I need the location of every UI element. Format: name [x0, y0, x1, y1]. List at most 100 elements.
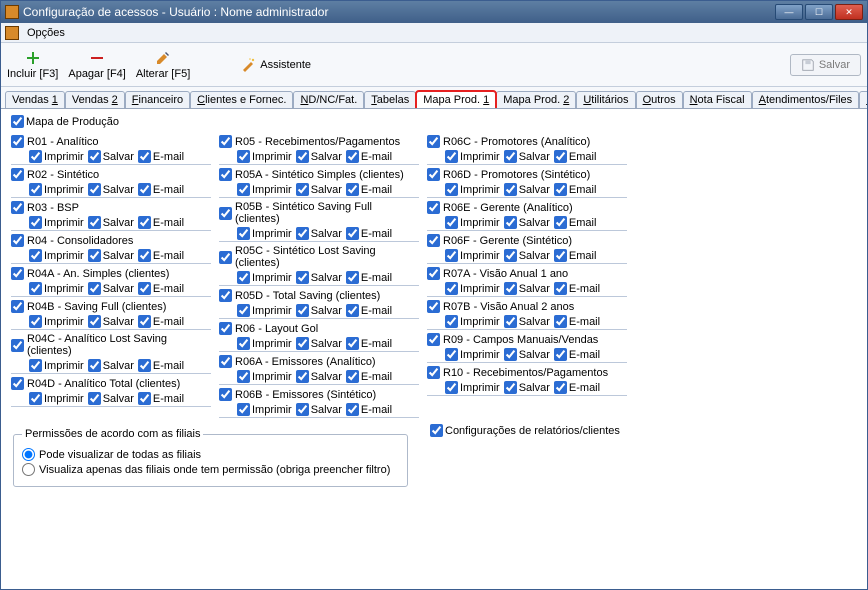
sub-checkbox-email[interactable]: E-mail — [346, 183, 392, 196]
sub-checkbox-salvar[interactable]: Salvar — [296, 304, 342, 317]
salvar-button[interactable]: Salvar — [790, 54, 861, 76]
sub-checkbox-email[interactable]: E-mail — [346, 403, 392, 416]
sub-checkbox-salvar[interactable]: Salvar — [88, 282, 134, 295]
sub-checkbox-imprimir[interactable]: Imprimir — [237, 337, 292, 350]
sub-checkbox-salvar[interactable]: Salvar — [88, 150, 134, 163]
sub-checkbox-salvar[interactable]: Salvar — [88, 359, 134, 372]
sub-checkbox-email[interactable]: E-mail — [138, 315, 184, 328]
report-checkbox[interactable]: R06E - Gerente (Analítico) — [427, 200, 627, 215]
report-checkbox[interactable]: R07B - Visão Anual 2 anos — [427, 299, 627, 314]
sub-checkbox-salvar[interactable]: Salvar — [504, 282, 550, 295]
sub-checkbox-imprimir[interactable]: Imprimir — [237, 150, 292, 163]
apagar-button[interactable]: Apagar [F4] — [68, 50, 125, 80]
tab-reemb-[interactable]: Reemb. — [859, 91, 867, 109]
sub-checkbox-imprimir[interactable]: Imprimir — [29, 282, 84, 295]
sub-checkbox-salvar[interactable]: Salvar — [296, 370, 342, 383]
report-checkbox[interactable]: R04B - Saving Full (clientes) — [11, 299, 211, 314]
report-checkbox[interactable]: R04D - Analítico Total (clientes) — [11, 376, 211, 391]
report-checkbox[interactable]: R05D - Total Saving (clientes) — [219, 288, 419, 303]
tab-financeiro[interactable]: Financeiro — [125, 91, 190, 109]
sub-checkbox-email[interactable]: E-mail — [346, 227, 392, 240]
report-checkbox[interactable]: R06F - Gerente (Sintético) — [427, 233, 627, 248]
sub-checkbox-salvar[interactable]: Salvar — [504, 183, 550, 196]
sub-checkbox-imprimir[interactable]: Imprimir — [29, 183, 84, 196]
tab-mapa-prod-2[interactable]: Mapa Prod. 2 — [496, 91, 576, 109]
report-checkbox[interactable]: R06B - Emissores (Sintético) — [219, 387, 419, 402]
sub-checkbox-email[interactable]: E-mail — [138, 249, 184, 262]
sub-checkbox-imprimir[interactable]: Imprimir — [445, 381, 500, 394]
sub-checkbox-email[interactable]: E-mail — [138, 359, 184, 372]
report-checkbox[interactable]: R09 - Campos Manuais/Vendas — [427, 332, 627, 347]
report-checkbox[interactable]: R06A - Emissores (Analítico) — [219, 354, 419, 369]
radio-permissao-filtro[interactable]: Visualiza apenas das filiais onde tem pe… — [22, 463, 399, 476]
report-checkbox[interactable]: R06C - Promotores (Analítico) — [427, 134, 627, 149]
report-checkbox[interactable]: R10 - Recebimentos/Pagamentos — [427, 365, 627, 380]
report-checkbox[interactable]: R05A - Sintético Simples (clientes) — [219, 167, 419, 182]
report-checkbox[interactable]: R04C - Analítico Lost Saving (clientes) — [11, 332, 211, 358]
sub-checkbox-imprimir[interactable]: Imprimir — [29, 315, 84, 328]
sub-checkbox-imprimir[interactable]: Imprimir — [445, 348, 500, 361]
sub-checkbox-imprimir[interactable]: Imprimir — [445, 249, 500, 262]
tab-nd-nc-fat-[interactable]: ND/NC/Fat. — [293, 91, 364, 109]
sub-checkbox-email[interactable]: Email — [554, 249, 597, 262]
sub-checkbox-email[interactable]: E-mail — [346, 150, 392, 163]
sub-checkbox-email[interactable]: E-mail — [554, 381, 600, 394]
sub-checkbox-imprimir[interactable]: Imprimir — [29, 392, 84, 405]
sub-checkbox-email[interactable]: E-mail — [346, 337, 392, 350]
sub-checkbox-imprimir[interactable]: Imprimir — [237, 403, 292, 416]
radio-todas-filiais[interactable]: Pode visualizar de todas as filiais — [22, 448, 399, 461]
sub-checkbox-salvar[interactable]: Salvar — [504, 348, 550, 361]
sub-checkbox-salvar[interactable]: Salvar — [296, 183, 342, 196]
report-checkbox[interactable]: R03 - BSP — [11, 200, 211, 215]
report-checkbox[interactable]: R05C - Sintético Lost Saving (clientes) — [219, 244, 419, 270]
maximize-button[interactable]: ☐ — [805, 4, 833, 20]
sub-checkbox-salvar[interactable]: Salvar — [504, 315, 550, 328]
sub-checkbox-salvar[interactable]: Salvar — [296, 403, 342, 416]
sub-checkbox-salvar[interactable]: Salvar — [504, 216, 550, 229]
sub-checkbox-salvar[interactable]: Salvar — [296, 150, 342, 163]
sub-checkbox-email[interactable]: E-mail — [138, 282, 184, 295]
mapa-producao-checkbox[interactable]: Mapa de Produção — [11, 115, 857, 128]
sub-checkbox-imprimir[interactable]: Imprimir — [237, 183, 292, 196]
sub-checkbox-email[interactable]: E-mail — [554, 315, 600, 328]
sub-checkbox-email[interactable]: Email — [554, 150, 597, 163]
alterar-button[interactable]: Alterar [F5] — [136, 50, 190, 80]
sub-checkbox-email[interactable]: Email — [554, 216, 597, 229]
report-checkbox[interactable]: R04 - Consolidadores — [11, 233, 211, 248]
sub-checkbox-imprimir[interactable]: Imprimir — [445, 183, 500, 196]
sub-checkbox-imprimir[interactable]: Imprimir — [29, 359, 84, 372]
sub-checkbox-email[interactable]: E-mail — [346, 304, 392, 317]
report-checkbox[interactable]: R05B - Sintético Saving Full (clientes) — [219, 200, 419, 226]
sub-checkbox-email[interactable]: E-mail — [138, 392, 184, 405]
tab-atendimentos-files[interactable]: Atendimentos/Files — [752, 91, 860, 109]
report-checkbox[interactable]: R05 - Recebimentos/Pagamentos — [219, 134, 419, 149]
sub-checkbox-salvar[interactable]: Salvar — [88, 249, 134, 262]
report-checkbox[interactable]: R01 - Analítico — [11, 134, 211, 149]
sub-checkbox-imprimir[interactable]: Imprimir — [445, 150, 500, 163]
sub-checkbox-imprimir[interactable]: Imprimir — [237, 370, 292, 383]
minimize-button[interactable]: — — [775, 4, 803, 20]
sub-checkbox-imprimir[interactable]: Imprimir — [29, 249, 84, 262]
report-checkbox[interactable]: R07A - Visão Anual 1 ano — [427, 266, 627, 281]
sub-checkbox-email[interactable]: Email — [554, 183, 597, 196]
sub-checkbox-salvar[interactable]: Salvar — [296, 271, 342, 284]
tab-vendas-1[interactable]: Vendas 1 — [5, 91, 65, 109]
tab-tabelas[interactable]: Tabelas — [364, 91, 416, 109]
sub-checkbox-imprimir[interactable]: Imprimir — [445, 216, 500, 229]
tab-outros[interactable]: Outros — [636, 91, 683, 109]
sub-checkbox-imprimir[interactable]: Imprimir — [445, 315, 500, 328]
sub-checkbox-imprimir[interactable]: Imprimir — [237, 271, 292, 284]
sub-checkbox-email[interactable]: E-mail — [138, 216, 184, 229]
tab-clientes-e-fornec-[interactable]: Clientes e Fornec. — [190, 91, 293, 109]
sub-checkbox-email[interactable]: E-mail — [346, 271, 392, 284]
incluir-button[interactable]: Incluir [F3] — [7, 50, 58, 80]
sub-checkbox-email[interactable]: E-mail — [554, 348, 600, 361]
tab-vendas-2[interactable]: Vendas 2 — [65, 91, 125, 109]
tab-nota-fiscal[interactable]: Nota Fiscal — [683, 91, 752, 109]
report-checkbox[interactable]: R04A - An. Simples (clientes) — [11, 266, 211, 281]
report-checkbox[interactable]: R06 - Layout Gol — [219, 321, 419, 336]
sub-checkbox-salvar[interactable]: Salvar — [88, 315, 134, 328]
sub-checkbox-imprimir[interactable]: Imprimir — [237, 304, 292, 317]
tab-mapa-prod-1[interactable]: Mapa Prod. 1 — [416, 91, 496, 109]
report-checkbox[interactable]: R06D - Promotores (Sintético) — [427, 167, 627, 182]
